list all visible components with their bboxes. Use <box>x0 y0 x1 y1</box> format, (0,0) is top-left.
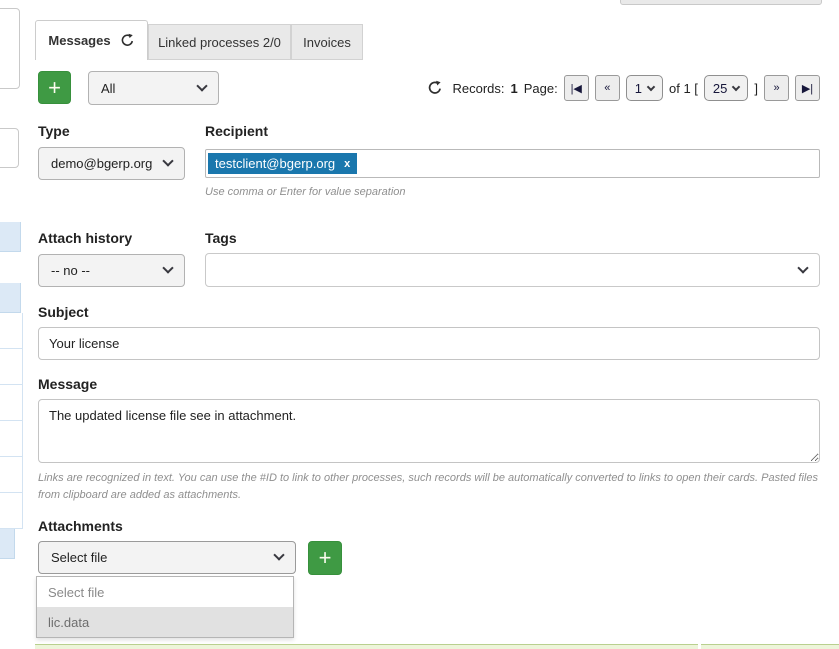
message-label: Message <box>38 376 97 392</box>
records-count: 1 <box>511 81 518 96</box>
attachment-option-select-file[interactable]: Select file <box>37 577 293 607</box>
top-right-partial-button[interactable] <box>620 0 822 5</box>
first-page-button[interactable]: |◀ <box>564 75 589 101</box>
type-label: Type <box>38 123 70 139</box>
page-size-select[interactable]: 25 <box>704 75 748 101</box>
page: Messages Linked processes 2/0 Invoices +… <box>0 0 839 649</box>
attachments-dropdown-list: Select file lic.data <box>36 576 294 638</box>
tab-messages-label: Messages <box>48 33 110 48</box>
left-partial-panel <box>0 8 20 89</box>
refresh-icon[interactable] <box>120 33 135 48</box>
left-table-row <box>0 421 23 457</box>
attachments-file-value: Select file <box>51 550 107 565</box>
left-table-row <box>0 457 23 493</box>
page-number-select[interactable]: 1 <box>626 75 663 101</box>
left-table-cell <box>0 222 21 252</box>
tab-invoices-label: Invoices <box>303 35 351 50</box>
add-message-button[interactable]: + <box>38 71 71 104</box>
message-filter-select[interactable]: All <box>88 71 219 105</box>
chevron-down-icon <box>797 262 808 273</box>
tags-label: Tags <box>205 230 237 246</box>
left-partial-box <box>0 128 19 168</box>
plus-icon: + <box>48 77 61 99</box>
attach-history-value: -- no -- <box>51 263 90 278</box>
highlighted-row-partial <box>701 644 839 649</box>
chevron-down-icon <box>732 82 740 90</box>
highlighted-row-partial <box>35 644 698 649</box>
recipient-input[interactable]: testclient@bgerp.org x <box>205 149 820 178</box>
tags-select[interactable] <box>205 253 820 287</box>
message-hint: Links are recognized in text. You can us… <box>38 470 822 504</box>
attachment-option-lic-data[interactable]: lic.data <box>37 607 293 637</box>
message-textarea[interactable]: The updated license file see in attachme… <box>38 399 820 463</box>
left-table-cell <box>0 529 15 559</box>
chip-remove-icon[interactable]: x <box>344 158 350 170</box>
chevron-down-icon <box>162 155 173 166</box>
type-value: demo@bgerp.org <box>51 156 152 171</box>
tab-invoices[interactable]: Invoices <box>291 24 363 60</box>
attach-history-select[interactable]: -- no -- <box>38 254 185 287</box>
next-page-button[interactable]: » <box>764 75 789 101</box>
tab-linked-processes-label: Linked processes 2/0 <box>158 35 281 50</box>
tab-messages[interactable]: Messages <box>35 20 148 60</box>
recipient-label: Recipient <box>205 123 268 139</box>
attachments-file-select[interactable]: Select file <box>38 541 296 574</box>
message-filter-value: All <box>101 81 115 96</box>
last-page-button[interactable]: ▶| <box>795 75 820 101</box>
page-label: Page: <box>524 81 558 96</box>
page-number-value: 1 <box>635 81 642 96</box>
page-size-value: 25 <box>713 81 727 96</box>
refresh-records-icon[interactable] <box>427 80 443 96</box>
recipient-chip-value: testclient@bgerp.org <box>215 156 335 171</box>
chevron-down-icon <box>647 82 655 90</box>
subject-input[interactable] <box>38 327 820 360</box>
left-table-row <box>0 349 23 385</box>
recipient-hint: Use comma or Enter for value separation <box>205 184 406 201</box>
chevron-down-icon <box>162 262 173 273</box>
prev-page-button[interactable]: « <box>595 75 620 101</box>
attach-history-label: Attach history <box>38 230 132 246</box>
left-table-row <box>0 313 23 349</box>
left-table-cell <box>0 283 21 313</box>
attachments-label: Attachments <box>38 518 123 534</box>
tab-linked-processes[interactable]: Linked processes 2/0 <box>148 24 291 60</box>
plus-icon: + <box>319 547 332 569</box>
left-table-row <box>0 493 23 529</box>
type-select[interactable]: demo@bgerp.org <box>38 147 185 180</box>
page-of-label: of 1 [ <box>669 81 698 96</box>
records-label: Records: <box>453 81 505 96</box>
add-attachment-button[interactable]: + <box>308 541 342 575</box>
left-table-row <box>0 385 23 421</box>
chevron-down-icon <box>196 80 207 91</box>
subject-label: Subject <box>38 304 89 320</box>
bracket-close-label: ] <box>754 81 758 96</box>
recipient-chip: testclient@bgerp.org x <box>208 153 357 174</box>
chevron-down-icon <box>273 549 284 560</box>
pagination-bar: Records: 1 Page: |◀ « 1 of 1 [ 25 ] » ▶| <box>427 73 821 103</box>
